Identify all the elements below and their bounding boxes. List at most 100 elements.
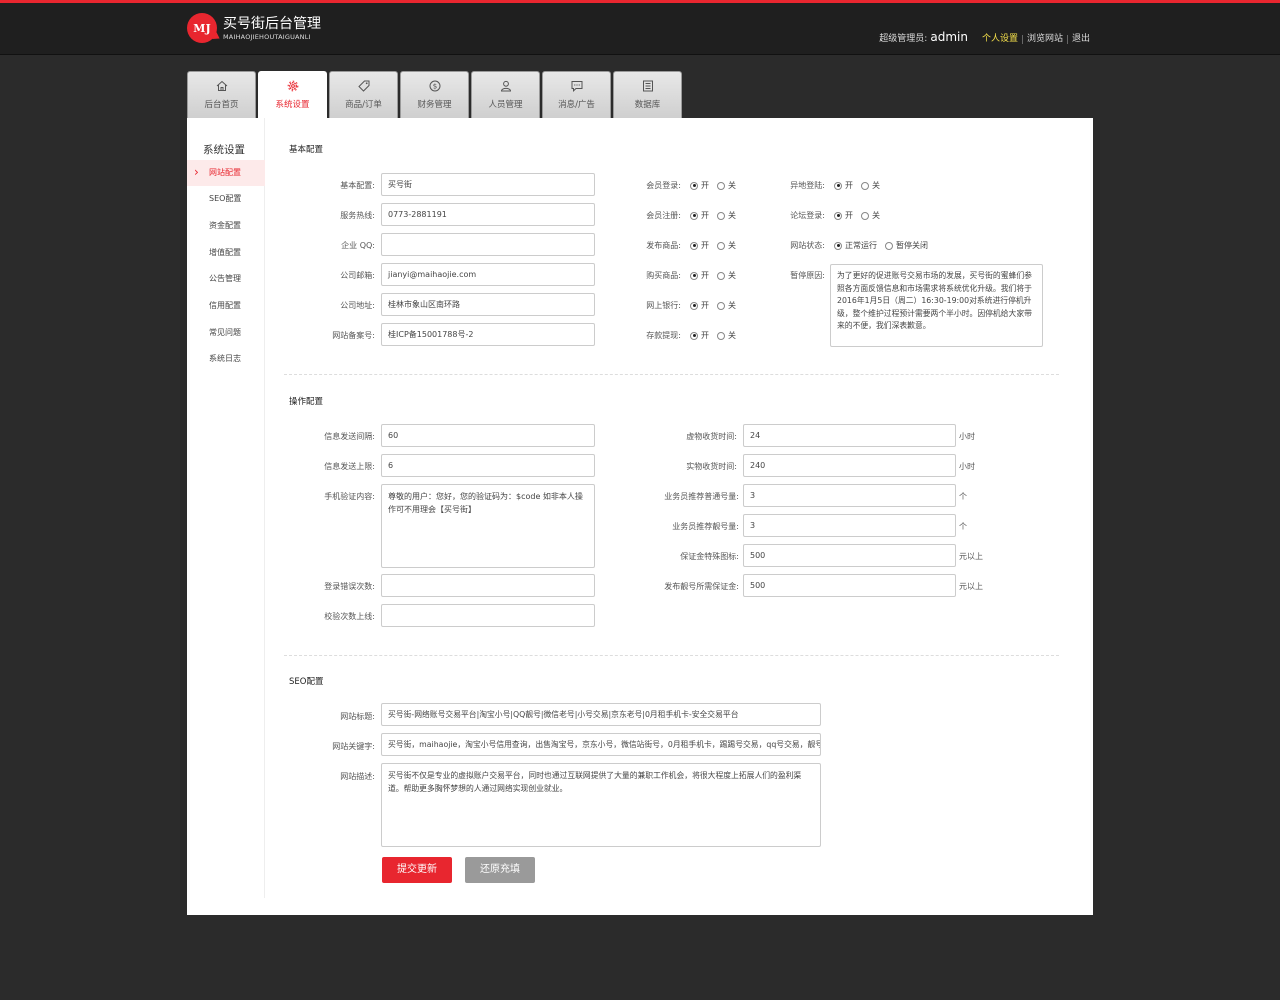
member-register-switch: 开 关 — [690, 210, 744, 221]
radio-on[interactable]: 开 — [834, 180, 853, 191]
site-name-input[interactable]: 买号街 — [381, 173, 595, 196]
unit-label: 元以上 — [959, 582, 983, 591]
buy-product-switch: 开 关 — [690, 270, 744, 281]
deposit-icon-threshold-input[interactable]: 500 — [743, 544, 956, 567]
agent-premium-quota-input[interactable]: 3 — [743, 514, 956, 537]
radio-off[interactable]: 关 — [717, 240, 736, 251]
unit-label: 个 — [959, 492, 967, 501]
switch-label: 会员登录: — [646, 181, 681, 190]
company-qq-input[interactable] — [381, 233, 595, 256]
company-address-input[interactable]: 桂林市象山区南环路 — [381, 293, 595, 316]
radio-off[interactable]: 关 — [717, 270, 736, 281]
user-bar: 超级管理员: admin 个人设置 浏览网站 退出 — [879, 30, 1094, 44]
radio-off[interactable]: 关 — [717, 180, 736, 191]
physical-receipt-time-input[interactable]: 240 — [743, 454, 956, 477]
tag-icon — [357, 80, 369, 92]
member-login-switch: 开 关 — [690, 180, 744, 191]
radio-off[interactable]: 关 — [717, 210, 736, 221]
sidebar-item-credit-config[interactable]: 信用配置 — [187, 293, 265, 319]
site-keywords-input[interactable]: 买号街，maihaojie，淘宝小号信用查询，出售淘宝号，京东小号，微信站街号，… — [381, 733, 821, 756]
login-error-count-input[interactable] — [381, 574, 595, 597]
switch-label: 网站状态: — [790, 241, 825, 250]
company-email-input[interactable]: jianyi@maihaojie.com — [381, 263, 595, 286]
role-label: 超级管理员: — [879, 34, 928, 44]
send-limit-input[interactable]: 6 — [381, 454, 595, 477]
field-label: 企业 QQ: — [341, 241, 375, 250]
virtual-receipt-time-input[interactable]: 24 — [743, 424, 956, 447]
sidebar-item-seo-config[interactable]: SEO配置 — [187, 186, 265, 212]
verify-limit-input[interactable] — [381, 604, 595, 627]
radio-off[interactable]: 关 — [861, 210, 880, 221]
send-interval-input[interactable]: 60 — [381, 424, 595, 447]
field-label: 手机验证内容: — [324, 492, 375, 501]
sidebar-item-value-added-config[interactable]: 增值配置 — [187, 240, 265, 266]
section-title-basic: 基本配置 — [289, 145, 324, 155]
field-label: 业务员推荐靓号量: — [672, 522, 739, 531]
profile-settings-link[interactable]: 个人设置 — [978, 35, 1022, 44]
tab-personnel[interactable]: 人员管理 — [471, 71, 540, 118]
pause-reason-label: 暂停原因: — [790, 271, 825, 280]
remote-login-switch: 开 关 — [834, 180, 888, 191]
app-subtitle: MAIHAOJIEHOUTAIGUANLI — [223, 32, 311, 41]
icp-number-input[interactable]: 桂ICP备15001788号-2 — [381, 323, 595, 346]
premium-deposit-input[interactable]: 500 — [743, 574, 956, 597]
radio-paused[interactable]: 暂停关闭 — [885, 240, 928, 251]
radio-on[interactable]: 开 — [690, 330, 709, 341]
section-title-seo: SEO配置 — [289, 677, 324, 687]
app-title: 买号街后台管理 — [223, 15, 321, 32]
radio-on[interactable]: 开 — [690, 270, 709, 281]
radio-on[interactable]: 开 — [690, 300, 709, 311]
main-tabs: 后台首页 系统设置 商品/订单 $ 财务管理 人员管理 消息/广告 数据库 — [187, 71, 684, 118]
agent-normal-quota-input[interactable]: 3 — [743, 484, 956, 507]
field-label: 实物收货时间: — [686, 462, 737, 471]
svg-text:$: $ — [432, 83, 436, 91]
site-title-input[interactable]: 买号街-网络账号交易平台|淘宝小号|QQ靓号|微信老号|小号交易|京东老号|0月… — [381, 703, 821, 726]
field-label: 信息发送间隔: — [324, 432, 375, 441]
sidebar-title: 系统设置 — [203, 144, 245, 156]
sidebar-item-funds-config[interactable]: 资金配置 — [187, 213, 265, 239]
site-description-textarea[interactable]: 买号街不仅是专业的虚拟账户交易平台，同时也通过互联网提供了大量的兼职工作机会，将… — [381, 763, 821, 847]
username: admin — [930, 30, 968, 44]
forum-login-switch: 开 关 — [834, 210, 888, 221]
dollar-icon: $ — [429, 80, 440, 92]
browse-site-link[interactable]: 浏览网站 — [1021, 35, 1067, 44]
radio-off[interactable]: 关 — [717, 330, 736, 341]
logout-link[interactable]: 退出 — [1066, 35, 1094, 44]
tab-system-settings[interactable]: 系统设置 — [258, 71, 327, 118]
tab-database[interactable]: 数据库 — [613, 71, 682, 118]
tab-messages-ads[interactable]: 消息/广告 — [542, 71, 611, 118]
sidebar-item-faq[interactable]: 常见问题 — [187, 320, 265, 346]
radio-off[interactable]: 关 — [717, 300, 736, 311]
field-label: 公司地址: — [340, 301, 375, 310]
message-icon — [571, 81, 582, 92]
app-header: MJ 买号街后台管理 MAIHAOJIEHOUTAIGUANLI 超级管理员: … — [0, 3, 1280, 55]
sms-content-textarea[interactable]: 尊敬的用户：您好，您的验证码为：$code 如非本人操作可不用理会【买号街】 — [381, 484, 595, 568]
hotline-input[interactable]: 0773-2881191 — [381, 203, 595, 226]
reset-button[interactable]: 还原充填 — [465, 857, 535, 883]
database-icon — [642, 80, 653, 92]
tab-home[interactable]: 后台首页 — [187, 71, 256, 118]
radio-on[interactable]: 开 — [690, 180, 709, 191]
tab-finance[interactable]: $ 财务管理 — [400, 71, 469, 118]
radio-running[interactable]: 正常运行 — [834, 240, 877, 251]
switch-label: 存款提现: — [646, 331, 681, 340]
radio-on[interactable]: 开 — [690, 240, 709, 251]
radio-on[interactable]: 开 — [690, 210, 709, 221]
sidebar-item-site-config[interactable]: 网站配置 — [187, 159, 265, 186]
radio-on[interactable]: 开 — [834, 210, 853, 221]
logo[interactable]: MJ 买号街后台管理 MAIHAOJIEHOUTAIGUANLI — [187, 13, 321, 43]
submit-update-button[interactable]: 提交更新 — [382, 857, 452, 883]
radio-off[interactable]: 关 — [861, 180, 880, 191]
switch-label: 发布商品: — [646, 241, 681, 250]
sidebar-item-announcements[interactable]: 公告管理 — [187, 266, 265, 292]
pause-reason-textarea[interactable]: 为了更好的促进账号交易市场的发展，买号街的蜜蜂们参照各方面反馈信息和市场需求将系… — [830, 264, 1043, 347]
sidebar-item-system-log[interactable]: 系统日志 — [187, 346, 265, 372]
tab-products-orders[interactable]: 商品/订单 — [329, 71, 398, 118]
online-bank-switch: 开 关 — [690, 300, 744, 311]
switch-label: 论坛登录: — [790, 211, 825, 220]
unit-label: 小时 — [959, 432, 975, 441]
gear-icon — [287, 80, 298, 92]
field-label: 网站标题: — [340, 712, 375, 721]
field-label: 校验次数上线: — [324, 612, 375, 621]
publish-product-switch: 开 关 — [690, 240, 744, 251]
